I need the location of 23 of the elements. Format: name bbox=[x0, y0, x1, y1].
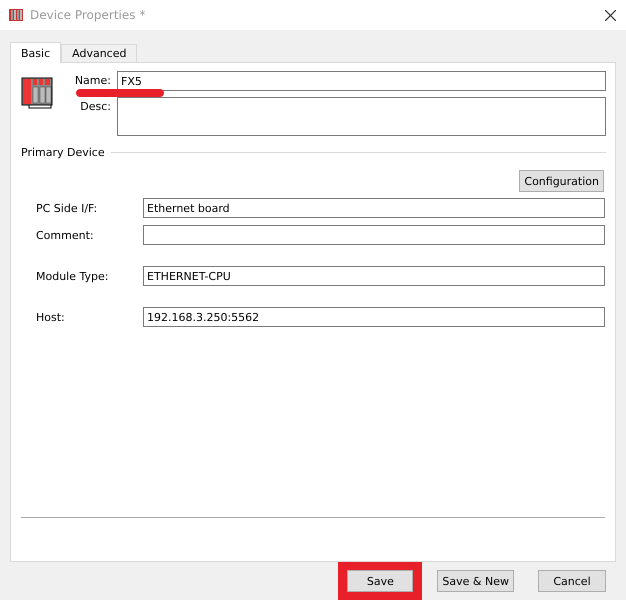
configuration-button[interactable]: Configuration bbox=[519, 170, 604, 192]
group-title: Primary Device bbox=[21, 146, 105, 159]
field-label: Name: bbox=[74, 73, 111, 87]
input-field[interactable] bbox=[143, 225, 605, 245]
dialog-button[interactable]: Save & New bbox=[437, 570, 514, 592]
field-label: Module Type: bbox=[35, 270, 110, 282]
description-field[interactable] bbox=[117, 97, 606, 136]
dialog-button[interactable]: Cancel bbox=[538, 570, 606, 592]
field-label: Desc: bbox=[79, 99, 111, 113]
name-field[interactable]: FX5 bbox=[117, 71, 606, 91]
tab[interactable]: Advanced bbox=[61, 44, 138, 62]
tab[interactable]: Basic bbox=[10, 42, 62, 63]
field-label: Comment: bbox=[35, 228, 95, 242]
plc-icon bbox=[21, 77, 53, 109]
close-icon[interactable] bbox=[605, 10, 616, 20]
input-field[interactable]: 192.168.3.250:5562 bbox=[143, 307, 605, 327]
dialog-button[interactable]: Save bbox=[347, 570, 414, 592]
input-field[interactable]: ETHERNET-CPU bbox=[143, 266, 605, 286]
window-title: Device Properties * bbox=[30, 8, 146, 22]
plc-icon bbox=[8, 7, 24, 23]
field-label: Host: bbox=[35, 310, 66, 324]
input-field[interactable]: Ethernet board bbox=[143, 198, 605, 218]
field-label: PC Side I/F: bbox=[35, 202, 98, 214]
